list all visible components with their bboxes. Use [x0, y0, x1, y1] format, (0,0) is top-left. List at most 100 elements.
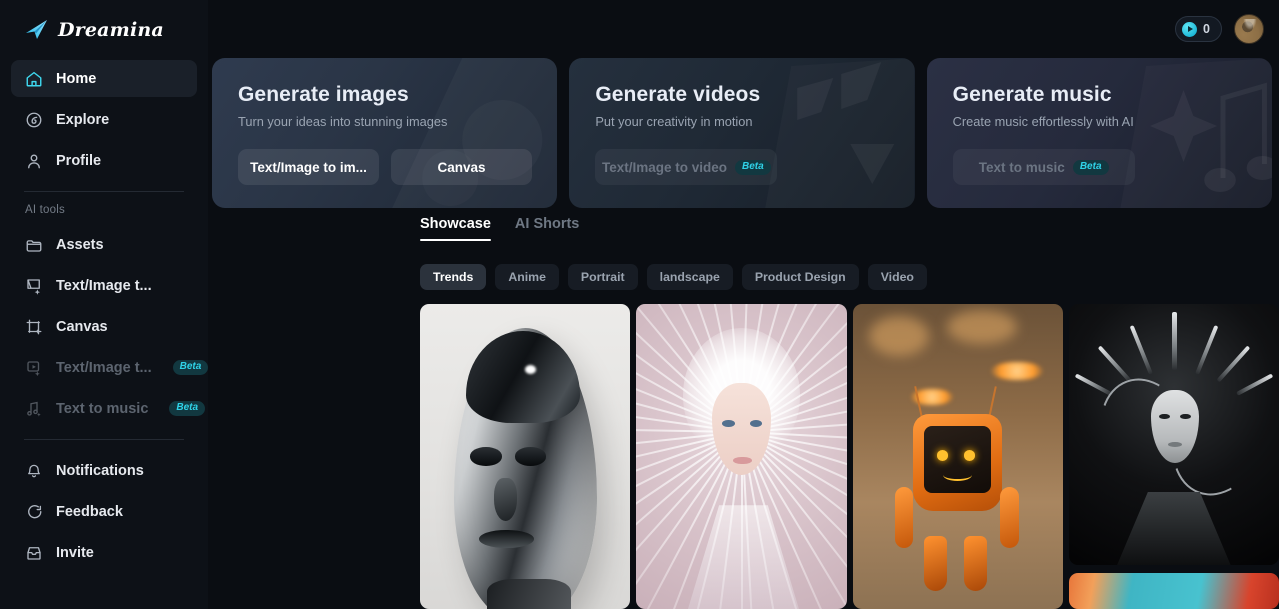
hero-title: Generate videos: [595, 83, 761, 106]
compass-icon: [24, 110, 43, 129]
sidebar-item-home[interactable]: Home: [11, 60, 197, 97]
chip-anime[interactable]: Anime: [495, 264, 559, 290]
sidebar-item-feedback[interactable]: Feedback: [11, 493, 197, 530]
sidebar: Dreamina Home Explore Profile AI tools A…: [0, 0, 209, 609]
sidebar-item-label: Text/Image t...: [56, 277, 152, 294]
hero-button-label: Canvas: [437, 159, 486, 175]
sidebar-item-text-to-music[interactable]: Text to music Beta: [11, 390, 206, 427]
chip-label: Video: [880, 270, 914, 284]
sidebar-item-label: Assets: [56, 236, 104, 253]
gallery-column-3: [852, 304, 1063, 609]
sidebar-item-label: Notifications: [56, 462, 144, 479]
home-icon: [24, 69, 43, 88]
beta-badge: Beta: [735, 159, 771, 175]
sidebar-item-invite[interactable]: Invite: [11, 534, 197, 571]
hero-art-images: [212, 58, 557, 208]
brand[interactable]: Dreamina: [11, 0, 197, 60]
beta-badge: Beta: [169, 401, 206, 416]
sidebar-item-profile[interactable]: Profile: [11, 142, 197, 179]
sidebar-item-label: Text/Image t...: [56, 359, 152, 376]
hero-subtitle: Put your creativity in motion: [595, 114, 753, 129]
sidebar-item-canvas[interactable]: Canvas: [11, 308, 197, 345]
gallery-column-4: [1068, 304, 1279, 609]
hero-button-label: Text/Image to im...: [250, 159, 367, 175]
main-content: 0 Generate images Turn your ideas into s…: [208, 0, 1279, 609]
sidebar-divider-top: [24, 191, 184, 192]
beta-badge: Beta: [1072, 159, 1109, 175]
hero-button-label: Text to music: [978, 159, 1065, 175]
gallery-column-1: [420, 304, 631, 609]
sidebar-divider-bottom: [24, 439, 184, 440]
tab-label: AI Shorts: [514, 216, 580, 232]
bell-icon: [24, 461, 43, 480]
hero-button-canvas[interactable]: Canvas: [391, 149, 532, 185]
hero-cards-row: Generate images Turn your ideas into stu…: [212, 58, 1272, 208]
artwork-image: [1068, 572, 1279, 609]
beta-badge: Beta: [172, 360, 209, 375]
chip-product-design[interactable]: Product Design: [741, 264, 859, 290]
tab-ai-shorts[interactable]: AI Shorts: [515, 216, 579, 241]
hero-subtitle: Turn your ideas into stunning images: [238, 114, 448, 129]
brand-name: Dreamina: [58, 19, 164, 41]
chip-label: Anime: [508, 270, 546, 284]
sidebar-item-text-image-to-image[interactable]: Text/Image t...: [11, 267, 197, 304]
sidebar-item-label: Canvas: [56, 318, 108, 335]
gallery-card-teal-orange-poster-preview[interactable]: [1068, 572, 1279, 609]
sidebar-item-text-image-to-video[interactable]: Text/Image t... Beta: [11, 349, 209, 386]
content-tabs: Showcase AI Shorts: [420, 216, 579, 241]
hero-buttons: Text/Image to im... Canvas: [238, 149, 557, 185]
chip-label: Portrait: [580, 270, 625, 284]
hero-button-text-to-music[interactable]: Text to music Beta: [952, 149, 1135, 185]
hero-card-generate-images[interactable]: Generate images Turn your ideas into stu…: [212, 58, 558, 208]
artwork-image: [420, 304, 631, 609]
paper-plane-logo-icon: [24, 17, 50, 43]
showcase-gallery: [420, 304, 1279, 609]
hero-button-label: Text/Image to video: [601, 159, 727, 175]
chip-video[interactable]: Video: [867, 264, 927, 290]
sidebar-section-label: AI tools: [25, 204, 65, 216]
folder-icon: [24, 235, 43, 254]
hero-art-videos: [569, 58, 914, 208]
tab-showcase[interactable]: Showcase: [420, 216, 491, 241]
gallery-card-orange-cute-robot-street[interactable]: [852, 304, 1063, 609]
chip-label: Product Design: [754, 270, 846, 284]
chip-trends[interactable]: Trends: [420, 264, 487, 290]
sidebar-item-notifications[interactable]: Notifications: [11, 452, 197, 489]
hero-subtitle: Create music effortlessly with AI: [952, 114, 1134, 129]
image-spark-icon: [24, 276, 43, 295]
hero-title: Generate music: [952, 83, 1112, 106]
sidebar-item-label: Home: [56, 70, 97, 87]
video-spark-icon: [24, 358, 43, 377]
sidebar-item-label: Feedback: [56, 503, 123, 520]
artwork-image: [1068, 304, 1279, 565]
user-icon: [24, 151, 43, 170]
hero-buttons: Text to music Beta: [952, 149, 1272, 185]
inbox-arrow-icon: [24, 543, 43, 562]
credits-badge[interactable]: 0: [1175, 16, 1222, 42]
canvas-frame-icon: [24, 317, 43, 336]
sidebar-item-explore[interactable]: Explore: [11, 101, 197, 138]
avatar[interactable]: [1234, 14, 1264, 44]
hero-button-text-image-to-image[interactable]: Text/Image to im...: [238, 149, 379, 185]
gallery-card-monochrome-medusa-warrior[interactable]: [1068, 304, 1279, 565]
chip-landscape[interactable]: landscape: [646, 264, 733, 290]
chip-portrait[interactable]: Portrait: [567, 264, 638, 290]
gallery-card-crystal-shard-woman-portrait[interactable]: [636, 304, 847, 609]
sidebar-item-label: Explore: [56, 111, 110, 128]
sidebar-item-label: Text to music: [56, 400, 149, 417]
sidebar-item-label: Invite: [56, 544, 94, 561]
credits-value: 0: [1203, 22, 1210, 36]
hero-buttons: Text/Image to video Beta: [595, 149, 914, 185]
hero-card-generate-videos[interactable]: Generate videos Put your creativity in m…: [569, 58, 915, 208]
dreamina-app-window: Dreamina Home Explore Profile AI tools A…: [0, 0, 1279, 609]
chip-label: landscape: [659, 270, 720, 284]
chip-label: Trends: [433, 270, 474, 284]
hero-card-generate-music[interactable]: Generate music Create music effortlessly…: [926, 58, 1272, 208]
artwork-image: [852, 304, 1063, 609]
top-bar: 0: [208, 0, 1279, 58]
hero-title: Generate images: [238, 83, 409, 106]
hero-button-text-image-to-video[interactable]: Text/Image to video Beta: [595, 149, 778, 185]
music-note-icon: [24, 399, 43, 418]
gallery-card-chrome-android-head-portrait[interactable]: [420, 304, 631, 609]
sidebar-item-assets[interactable]: Assets: [11, 226, 197, 263]
